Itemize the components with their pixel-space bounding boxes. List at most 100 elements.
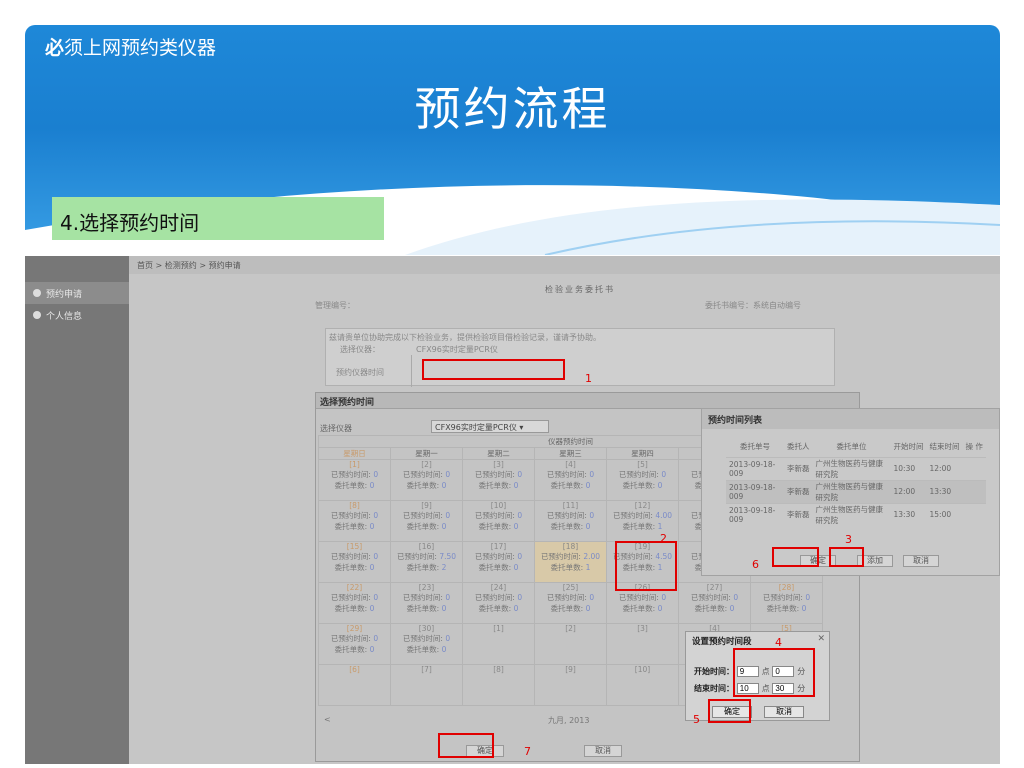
calendar-day-cell[interactable]: [30] 已预约时间: 0 委托单数: 0	[390, 623, 463, 665]
order-count: 委托单数: 0	[334, 522, 375, 531]
order-no-cell: 2013-09-18-009	[726, 456, 784, 480]
dialog-instrument-label: 选择仪器	[320, 424, 352, 433]
calendar-day-cell[interactable]: [11] 已预约时间: 0 委托单数: 0	[534, 500, 607, 542]
booked-time: 已预约时间: 0	[546, 470, 595, 479]
end-cell: 12:00	[926, 456, 963, 480]
day-number: [3]	[493, 460, 504, 469]
col-start: 开始时间	[893, 442, 924, 452]
calendar-day-cell[interactable]: [1] 已预约时间: 0 委托单数: 0	[318, 459, 391, 501]
calendar-day-cell[interactable]: [7]	[390, 664, 463, 706]
dialog-cancel-button[interactable]: 取消	[584, 745, 622, 757]
prev-month-button[interactable]: <	[324, 715, 331, 724]
weekday-header: 星期二	[462, 447, 535, 460]
booked-time: 已预约时间: 0	[690, 593, 739, 602]
calendar-day-cell[interactable]: [8]	[462, 664, 535, 706]
calendar-day-cell[interactable]: [27] 已预约时间: 0 委托单数: 0	[678, 582, 751, 624]
calendar-day-cell[interactable]: [16] 已预约时间: 7.50 委托单数: 2	[390, 541, 463, 583]
org-cell: 广州生物医药与健康研究院	[812, 502, 891, 526]
annotation-box-3	[829, 547, 864, 567]
set-time-title: 设置预约时间段	[692, 637, 752, 647]
calendar-day-cell[interactable]: [1]	[462, 623, 535, 665]
calendar-day-cell[interactable]: [25] 已预约时间: 0 委托单数: 0	[534, 582, 607, 624]
booked-time: 已预约时间: 0	[618, 593, 667, 602]
annotation-box-6	[772, 547, 819, 567]
day-number: [24]	[490, 583, 507, 592]
banner-title: 预约流程	[414, 82, 611, 136]
weekday-header: 星期三	[534, 447, 607, 460]
calendar-day-cell[interactable]: [6]	[318, 664, 391, 706]
calendar-day-cell[interactable]: [17] 已预约时间: 0 委托单数: 0	[462, 541, 535, 583]
mgmt-no-label: 管理编号：	[315, 301, 355, 310]
calendar-day-cell[interactable]: [23] 已预约时间: 0 委托单数: 0	[390, 582, 463, 624]
annotation-number-7: 7	[524, 745, 531, 758]
list-cancel-button[interactable]: 取消	[903, 555, 939, 567]
booked-time: 已预约时间: 0	[402, 634, 451, 643]
calendar-day-cell[interactable]: [2]	[534, 623, 607, 665]
calendar-day-cell[interactable]: [29] 已预约时间: 0 委托单数: 0	[318, 623, 391, 665]
form-table: 兹请贵单位协助完成以下检验业务，提供检验项目借检验记录，谨请予协助。 选择仪器：…	[325, 328, 835, 387]
day-number: [18]	[562, 542, 579, 551]
order-count: 委托单数: 0	[334, 563, 375, 572]
start-cell: 12:00	[890, 479, 927, 503]
calendar-day-cell[interactable]: [15] 已预约时间: 0 委托单数: 0	[318, 541, 391, 583]
order-count: 委托单数: 0	[406, 604, 447, 613]
annotation-number-1: 1	[585, 372, 592, 385]
day-number: [2]	[421, 460, 432, 469]
order-count: 委托单数: 0	[766, 604, 807, 613]
start-cell: 10:30	[890, 456, 927, 480]
calendar-day-cell[interactable]: [4] 已预约时间: 0 委托单数: 0	[534, 459, 607, 501]
calendar-day-cell[interactable]: [2] 已预约时间: 0 委托单数: 0	[390, 459, 463, 501]
day-number: [4]	[565, 460, 576, 469]
calendar-day-cell[interactable]: [12] 已预约时间: 4.00 委托单数: 1	[606, 500, 679, 542]
action-cell	[962, 479, 986, 503]
calendar-week-row: [22] 已预约时间: 0 委托单数: 0 [23] 已预约时间: 0 委托单数: 0 [2…	[318, 582, 823, 624]
calendar-day-cell[interactable]: [10] 已预约时间: 0 委托单数: 0	[462, 500, 535, 542]
order-count: 委托单数: 0	[406, 481, 447, 490]
left-nav: 预约申请 个人信息	[25, 256, 129, 764]
annotation-number-2: 2	[660, 532, 667, 545]
booked-time: 已预约时间: 0	[546, 593, 595, 602]
booked-time: 已预约时间: 4.00	[612, 511, 673, 520]
calendar-day-cell[interactable]: [28] 已预约时间: 0 委托单数: 0	[750, 582, 823, 624]
action-cell	[962, 456, 986, 480]
order-count: 委托单数: 0	[478, 522, 519, 531]
day-number: [17]	[490, 542, 507, 551]
end-cell: 13:30	[926, 479, 963, 503]
calendar-day-cell[interactable]: [9] 已预约时间: 0 委托单数: 0	[390, 500, 463, 542]
calendar-day-cell[interactable]: [3] 已预约时间: 0 委托单数: 0	[462, 459, 535, 501]
calendar-day-cell[interactable]: [9]	[534, 664, 607, 706]
nav-item-profile[interactable]: 个人信息	[25, 304, 129, 326]
annotation-box-2	[615, 541, 677, 591]
commission-no-label: 委托书编号：系统自动编号	[705, 301, 801, 310]
day-number: [23]	[418, 583, 435, 592]
booked-time: 已预约时间: 7.50	[396, 552, 457, 561]
close-icon[interactable]: ✕	[817, 634, 825, 644]
day-number: [22]	[346, 583, 363, 592]
booked-time: 已预约时间: 0	[474, 470, 523, 479]
action-cell	[962, 502, 986, 526]
booked-time: 已预约时间: 0	[474, 552, 523, 561]
weekday-header: 星期一	[390, 447, 463, 460]
instrument-select[interactable]: CFX96实时定量PCR仪 ▾	[431, 420, 549, 433]
day-number: [8]	[349, 501, 360, 510]
booked-time: 已预约时间: 2.00	[540, 552, 601, 561]
calendar-day-cell[interactable]: [18] 已预约时间: 2.00 委托单数: 1	[534, 541, 607, 583]
day-number: [30]	[418, 624, 435, 633]
calendar-day-cell[interactable]: [3]	[606, 623, 679, 665]
calendar-day-cell[interactable]: [8] 已预约时间: 0 委托单数: 0	[318, 500, 391, 542]
calendar-day-cell[interactable]: [24] 已预约时间: 0 委托单数: 0	[462, 582, 535, 624]
day-number: [7]	[421, 665, 432, 674]
calendar-day-cell[interactable]: [22] 已预约时间: 0 委托单数: 0	[318, 582, 391, 624]
calendar-day-cell[interactable]: [5] 已预约时间: 0 委托单数: 0	[606, 459, 679, 501]
order-no-cell: 2013-09-18-009	[726, 502, 784, 526]
col-order-no: 委托单号	[740, 442, 770, 452]
day-number: [25]	[562, 583, 579, 592]
set-time-cancel-button[interactable]: 取消	[764, 706, 804, 718]
calendar-day-cell[interactable]: [10]	[606, 664, 679, 706]
annotation-box-4	[733, 648, 815, 697]
day-number: [12]	[634, 501, 651, 510]
slide: 必须上网预约类仪器 预约流程 4.选择预约时间 预约申请 个人信息 首页 > 检…	[0, 0, 1024, 768]
order-count: 委托单数: 2	[406, 563, 447, 572]
notice-text: 兹请贵单位协助完成以下检验业务，提供检验项目借检验记录，谨请予协助。	[329, 333, 601, 342]
nav-item-booking[interactable]: 预约申请	[25, 282, 129, 304]
